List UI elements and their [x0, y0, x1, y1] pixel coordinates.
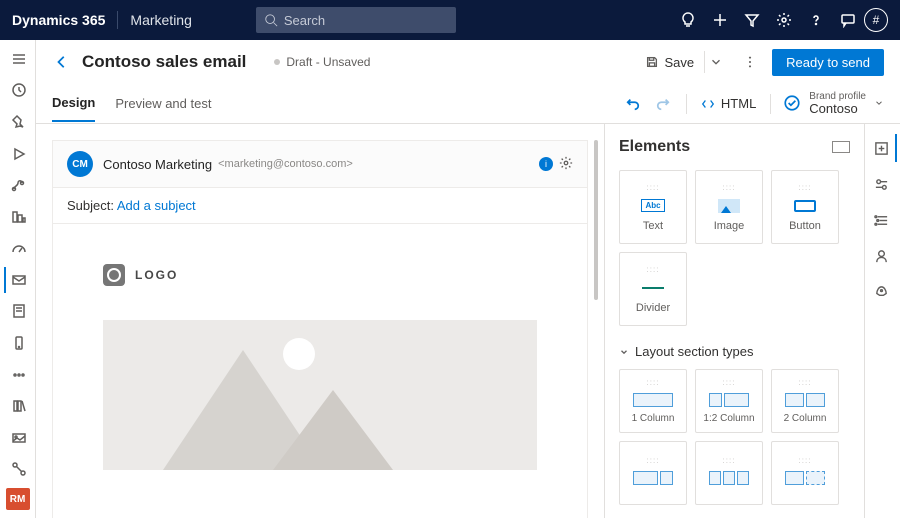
chat-icon[interactable]: [832, 4, 864, 36]
tab-design[interactable]: Design: [52, 85, 95, 122]
page-header: Contoso sales email Draft - Unsaved Save…: [36, 40, 900, 84]
layout-2-1-column[interactable]: ::::: [619, 441, 687, 505]
email-subject-row: Subject: Add a subject: [53, 188, 587, 224]
layout-2-column[interactable]: ::::2 Column: [771, 369, 839, 433]
email-from-row: CM Contoso Marketing <marketing@contoso.…: [53, 141, 587, 188]
global-nav-bar: Dynamics 365 Marketing Search #: [0, 0, 900, 40]
nav-speed-icon[interactable]: [4, 235, 32, 261]
nav-library-icon[interactable]: [4, 393, 32, 419]
undo-button[interactable]: [620, 91, 646, 117]
tab-preview[interactable]: Preview and test: [115, 86, 211, 121]
left-nav-rail: RM: [0, 40, 36, 518]
search-icon: [264, 13, 278, 27]
user-badge[interactable]: RM: [6, 488, 30, 510]
save-chevron-icon[interactable]: [704, 51, 726, 73]
elements-panel-title: Elements: [619, 138, 690, 156]
filter-icon[interactable]: [736, 4, 768, 36]
design-canvas-area: CM Contoso Marketing <marketing@contoso.…: [36, 124, 604, 518]
logo-text: LOGO: [135, 268, 178, 282]
nav-sms-icon[interactable]: [4, 330, 32, 356]
add-icon[interactable]: [704, 4, 736, 36]
layout-1-2-column[interactable]: ::::1:2 Column: [695, 369, 763, 433]
tool-personalize-icon[interactable]: [869, 242, 897, 270]
tool-elements-icon[interactable]: [869, 134, 897, 162]
from-address: <marketing@contoso.com>: [218, 158, 353, 170]
info-icon[interactable]: i: [539, 157, 553, 171]
divider: [117, 11, 118, 29]
redo-button[interactable]: [650, 91, 676, 117]
tool-outline-icon[interactable]: [869, 206, 897, 234]
nav-recent-icon[interactable]: [4, 78, 32, 104]
help-icon[interactable]: [800, 4, 832, 36]
code-icon: [701, 97, 715, 111]
save-button[interactable]: Save: [637, 47, 729, 77]
add-subject-link[interactable]: Add a subject: [117, 198, 196, 213]
tool-settings-icon[interactable]: [869, 170, 897, 198]
nav-connections-icon[interactable]: [4, 457, 32, 483]
nav-play-icon[interactable]: [4, 141, 32, 167]
html-view-button[interactable]: HTML: [695, 92, 762, 115]
layout-custom-column[interactable]: ::::: [771, 441, 839, 505]
email-body[interactable]: LOGO: [53, 224, 587, 518]
save-icon: [645, 55, 659, 69]
search-placeholder: Search: [284, 13, 325, 28]
ready-to-send-button[interactable]: Ready to send: [772, 49, 884, 76]
tool-rocket-icon[interactable]: [869, 278, 897, 306]
layout-section-toggle[interactable]: Layout section types: [619, 344, 850, 359]
panel-view-toggle[interactable]: [832, 141, 850, 153]
element-text[interactable]: ::::AbcText: [619, 170, 687, 244]
element-button[interactable]: ::::Button: [771, 170, 839, 244]
chevron-down-icon: [874, 98, 884, 108]
subject-label: Subject:: [67, 198, 114, 213]
page-title: Contoso sales email: [82, 52, 246, 72]
global-search-input[interactable]: Search: [256, 7, 456, 33]
nav-more-icon[interactable]: [4, 362, 32, 388]
lightbulb-icon[interactable]: [672, 4, 704, 36]
nav-menu-icon[interactable]: [4, 46, 32, 72]
back-button[interactable]: [52, 52, 72, 72]
logo-block[interactable]: LOGO: [103, 264, 537, 286]
logo-icon: [103, 264, 125, 286]
layout-3-column[interactable]: ::::: [695, 441, 763, 505]
right-tool-rail: [864, 124, 900, 518]
from-name: Contoso Marketing: [103, 157, 212, 172]
status-dot: [274, 59, 280, 65]
brand-label: Dynamics 365: [12, 12, 105, 28]
nav-journey-icon[interactable]: [4, 172, 32, 198]
app-section-label[interactable]: Marketing: [130, 12, 191, 28]
user-avatar[interactable]: #: [864, 8, 888, 32]
tab-bar: Design Preview and test HTML Brand profi…: [36, 84, 900, 124]
element-image[interactable]: ::::Image: [695, 170, 763, 244]
email-canvas[interactable]: CM Contoso Marketing <marketing@contoso.…: [52, 140, 588, 518]
nav-email-icon[interactable]: [4, 267, 32, 293]
from-avatar: CM: [67, 151, 93, 177]
brand-profile-selector[interactable]: Brand profile Contoso: [783, 91, 884, 116]
email-settings-icon[interactable]: [559, 156, 573, 173]
badge-icon: [783, 94, 801, 112]
status-text: Draft - Unsaved: [286, 55, 370, 69]
nav-segments-icon[interactable]: [4, 204, 32, 230]
more-actions-button[interactable]: [738, 50, 762, 74]
element-divider[interactable]: ::::Divider: [619, 252, 687, 326]
nav-assets-icon[interactable]: [4, 425, 32, 451]
layout-1-column[interactable]: ::::1 Column: [619, 369, 687, 433]
nav-forms-icon[interactable]: [4, 299, 32, 325]
image-placeholder[interactable]: [103, 320, 537, 470]
settings-icon[interactable]: [768, 4, 800, 36]
elements-panel: Elements ::::AbcText ::::Image ::::Butto…: [604, 124, 864, 518]
nav-pinned-icon[interactable]: [4, 109, 32, 135]
